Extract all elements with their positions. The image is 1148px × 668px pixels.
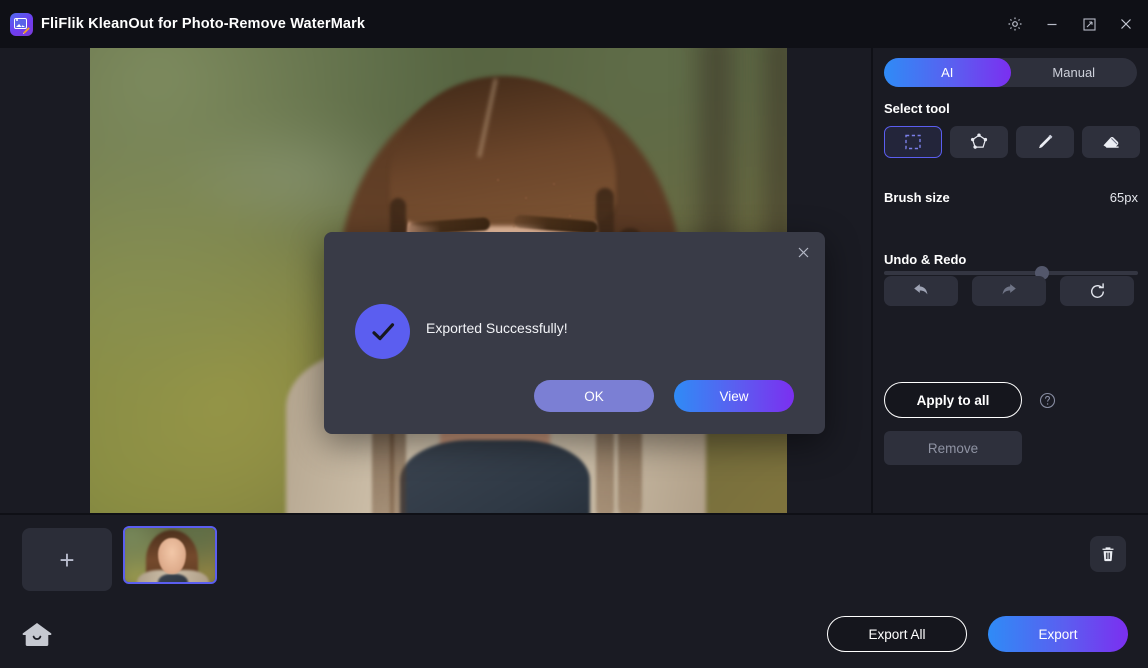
slider-track[interactable] [884, 271, 1138, 275]
select-tool-label: Select tool [884, 101, 950, 116]
ok-button[interactable]: OK [534, 380, 654, 412]
maximize-icon[interactable] [1075, 10, 1103, 38]
brush-accent-icon [22, 26, 31, 35]
minimize-icon[interactable] [1038, 10, 1066, 38]
undo-redo-buttons [884, 276, 1134, 306]
lasso-polygon-tool[interactable] [950, 126, 1008, 158]
view-button[interactable]: View [674, 380, 794, 412]
undo-arrow-icon[interactable] [884, 276, 958, 306]
close-icon[interactable] [791, 240, 815, 264]
question-mark-icon[interactable] [1039, 392, 1056, 409]
tab-ai[interactable]: AI [884, 58, 1011, 87]
trash-icon[interactable] [1090, 536, 1126, 572]
photo-brush-icon [10, 13, 33, 36]
title-bar: FliFlik KleanOut for Photo-Remove WaterM… [0, 0, 1148, 48]
plus-icon: + [59, 547, 74, 573]
eraser-tool[interactable] [1082, 126, 1140, 158]
rectangle-select-tool[interactable] [884, 126, 942, 158]
add-image-tile[interactable]: + [22, 528, 112, 591]
check-circle-icon [355, 304, 410, 359]
gear-icon[interactable] [1001, 10, 1029, 38]
dialog-message: Exported Successfully! [426, 320, 568, 336]
bottom-bar [0, 604, 1148, 668]
tool-panel: AI Manual Select tool [873, 48, 1148, 513]
brush-tool[interactable] [1016, 126, 1074, 158]
refresh-icon[interactable] [1060, 276, 1134, 306]
redo-arrow-icon[interactable] [972, 276, 1046, 306]
close-icon[interactable] [1112, 10, 1140, 38]
undo-redo-label: Undo & Redo [884, 252, 966, 267]
tab-manual[interactable]: Manual [1011, 58, 1138, 87]
export-button[interactable]: Export [988, 616, 1128, 652]
page-title: FliFlik KleanOut for Photo-Remove WaterM… [41, 0, 365, 48]
tool-buttons [884, 126, 1140, 158]
brush-size-label: Brush size [884, 190, 950, 205]
app-window: FliFlik KleanOut for Photo-Remove WaterM… [0, 0, 1148, 668]
image-thumbnail[interactable] [123, 526, 217, 584]
remove-button[interactable]: Remove [884, 431, 1022, 465]
mode-switch[interactable]: AI Manual [884, 58, 1137, 87]
home-icon[interactable] [20, 618, 54, 652]
brush-size-value: 65px [1110, 190, 1138, 205]
export-all-button[interactable]: Export All [827, 616, 967, 652]
export-success-dialog: Exported Successfully! OK View [324, 232, 825, 434]
apply-to-all-button[interactable]: Apply to all [884, 382, 1022, 418]
